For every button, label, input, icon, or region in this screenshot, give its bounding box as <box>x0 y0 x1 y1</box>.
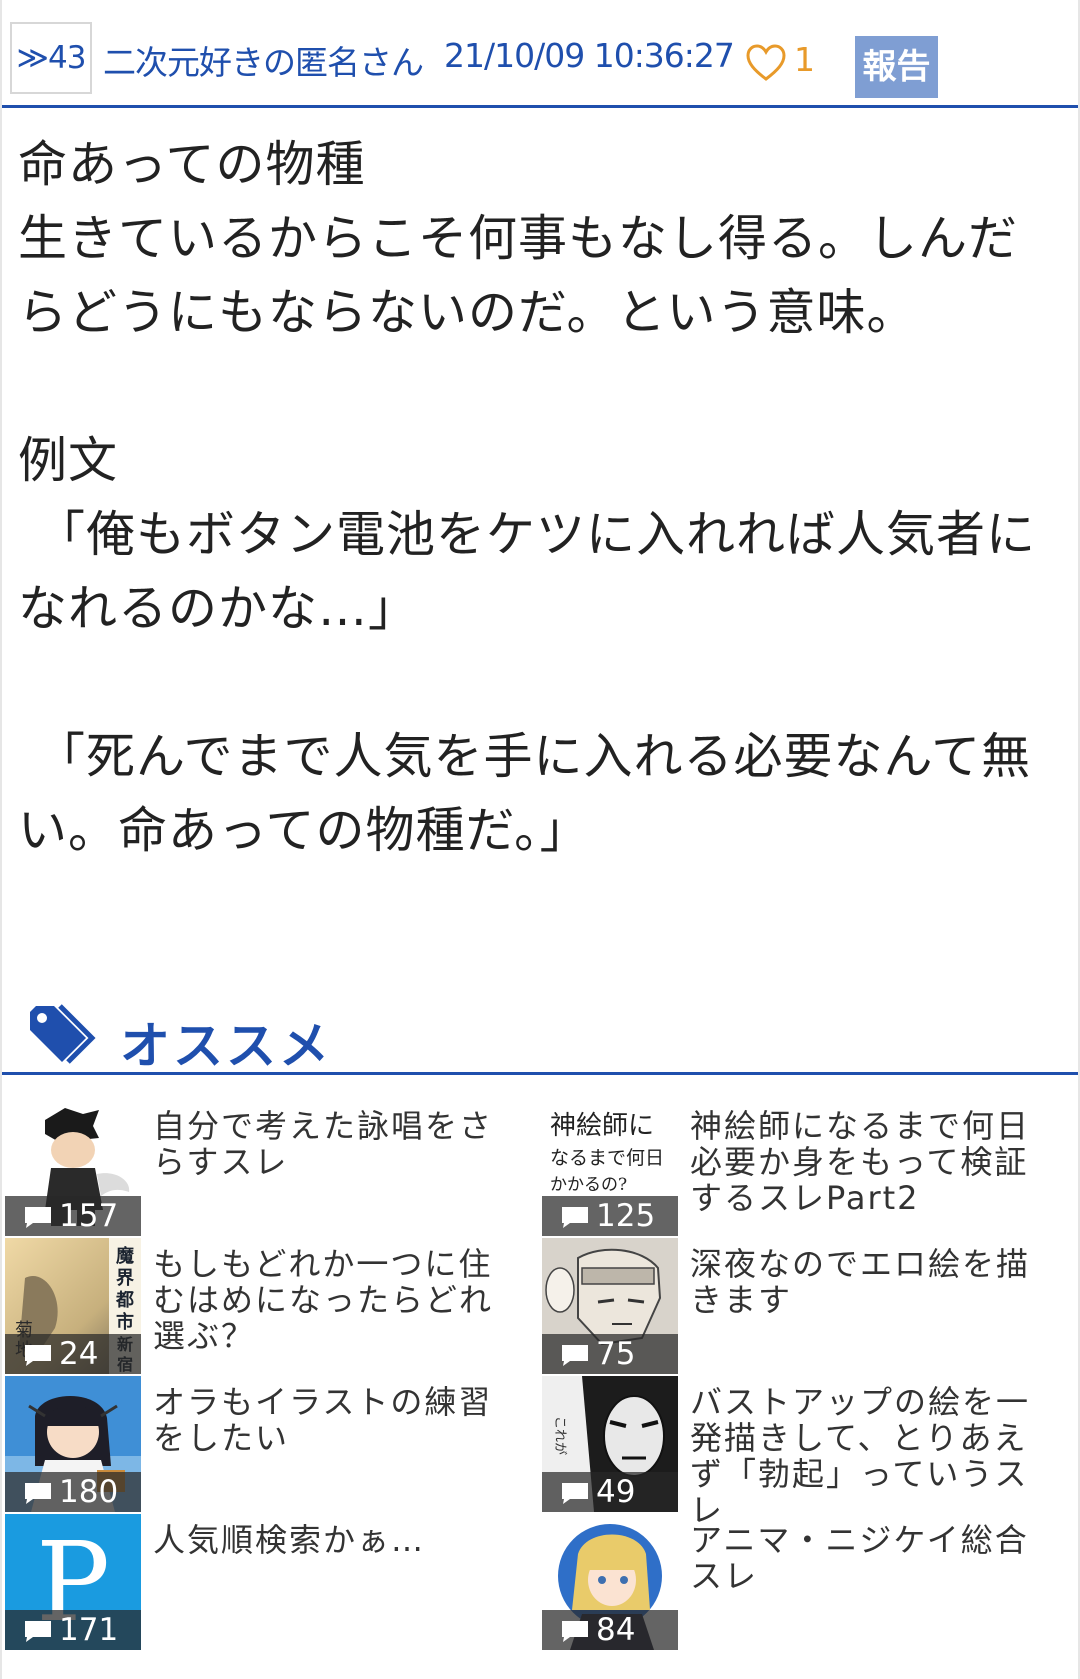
comment-count-badge: 125 <box>542 1196 678 1236</box>
recommend-title: オススメ <box>120 1017 332 1075</box>
recommend-item-title[interactable]: 深夜なのでエロ絵を描きます <box>690 1246 1060 1318</box>
post-body-blank-line <box>18 350 1058 424</box>
svg-text:市: 市 <box>116 1311 134 1333</box>
svg-text:これが: これが <box>552 1416 567 1455</box>
svg-text:なるまで何日: なるまで何日 <box>550 1147 664 1169</box>
comment-count-badge: 171 <box>5 1610 141 1650</box>
recommend-item[interactable]: 神絵師に なるまで何日 かかるの? 125 神絵師になるまで何日必要か身をもって… <box>542 1100 1078 1236</box>
recommend-item[interactable]: P 171 人気順検索かぁ… <box>5 1514 541 1650</box>
like-count: 1 <box>794 40 815 79</box>
post-body-line: 例文 <box>18 432 119 489</box>
comment-icon <box>25 1483 51 1504</box>
recommend-item-title[interactable]: 神絵師になるまで何日必要か身をもって検証するスレPart2 <box>690 1108 1060 1216</box>
post-header: ≫43 二次元好きの匿名さん 21/10/09 10:36:27 1 報告 <box>2 0 1078 108</box>
comment-count: 157 <box>59 1198 119 1234</box>
comment-icon <box>562 1345 588 1366</box>
reply-number-link[interactable]: ≫43 <box>10 22 92 94</box>
heart-icon[interactable] <box>746 44 786 82</box>
svg-text:かかるの?: かかるの? <box>550 1175 627 1195</box>
comment-icon <box>562 1207 588 1228</box>
svg-text:都: 都 <box>115 1290 134 1311</box>
thread-page: ≫43 二次元好きの匿名さん 21/10/09 10:36:27 1 報告 命あ… <box>2 0 1078 1679</box>
comment-count-badge: 180 <box>5 1472 141 1512</box>
svg-text:界: 界 <box>116 1268 134 1289</box>
comment-icon <box>25 1207 51 1228</box>
comment-count: 24 <box>59 1336 99 1372</box>
post-body-line: 「死んでまで人気を手に入れる必要なんて無 <box>36 728 1032 785</box>
comment-count: 49 <box>596 1474 636 1510</box>
comment-count: 180 <box>59 1474 119 1510</box>
post-body: 命あっての物種 生きているからこそ何事もなし得る。しんだ らどうにもならないのだ… <box>18 128 1058 868</box>
comment-count: 171 <box>59 1612 119 1648</box>
recommend-item[interactable]: これが 49 バストアップの絵を一発描きして、とりあえず「勃起」っていうスレ <box>542 1376 1078 1528</box>
comment-icon <box>25 1621 51 1642</box>
post-body-line: らどうにもならないのだ。という意味。 <box>18 284 917 341</box>
comment-icon <box>25 1345 51 1366</box>
comment-count-badge: 84 <box>542 1610 678 1650</box>
comment-count: 75 <box>596 1336 636 1372</box>
recommend-item[interactable]: 157 自分で考えた詠唱をさらすスレ <box>5 1100 541 1236</box>
post-body-line: 生きているからこそ何事もなし得る。しんだ <box>18 210 1019 267</box>
post-body-line: 「俺もボタン電池をケツに入れれば人気者に <box>36 506 1037 563</box>
tag-icon <box>30 1004 96 1064</box>
svg-text:神絵師に: 神絵師に <box>550 1111 654 1141</box>
poster-name: 二次元好きの匿名さん <box>103 43 424 82</box>
comment-count-badge: 75 <box>542 1334 678 1374</box>
recommend-header: オススメ <box>2 1000 1078 1075</box>
recommend-item[interactable]: 75 深夜なのでエロ絵を描きます <box>542 1238 1078 1374</box>
post-body-line: い。命あっての物種だ。」 <box>18 802 590 859</box>
post-body-line: 命あっての物種 <box>18 136 366 193</box>
recommend-item-title[interactable]: 自分で考えた詠唱をさらすスレ <box>153 1108 523 1180</box>
post-body-blank-line <box>18 646 1058 720</box>
recommend-item-title[interactable]: アニマ・ニジケイ総合スレ <box>690 1522 1060 1594</box>
comment-count-badge: 157 <box>5 1196 141 1236</box>
post-date: 21/10/09 10:36:27 <box>444 36 735 75</box>
comment-count-badge: 24 <box>5 1334 141 1374</box>
recommend-item[interactable]: 84 アニマ・ニジケイ総合スレ <box>542 1514 1078 1650</box>
recommend-item[interactable]: 180 オラもイラストの練習をしたい <box>5 1376 541 1512</box>
comment-icon <box>562 1483 588 1504</box>
recommend-item-title[interactable]: もしもどれか一つに住むはめになったらどれ選ぶ？ <box>153 1246 523 1354</box>
comment-icon <box>562 1621 588 1642</box>
comment-count: 125 <box>596 1198 656 1234</box>
comment-count-badge: 49 <box>542 1472 678 1512</box>
post-body-line: なれるのかな…」 <box>18 580 419 637</box>
report-button[interactable]: 報告 <box>855 36 938 98</box>
recommend-item-title[interactable]: バストアップの絵を一発描きして、とりあえず「勃起」っていうスレ <box>690 1384 1060 1528</box>
svg-text:魔: 魔 <box>116 1245 134 1267</box>
comment-count: 84 <box>596 1612 636 1648</box>
recommend-item[interactable]: 魔 界 都 市 新 宿 菊 地 24 もしもどれか一つに住むはめになったらどれ選… <box>5 1238 541 1374</box>
recommend-item-title[interactable]: オラもイラストの練習をしたい <box>153 1384 523 1456</box>
recommend-item-title[interactable]: 人気順検索かぁ… <box>153 1522 523 1558</box>
